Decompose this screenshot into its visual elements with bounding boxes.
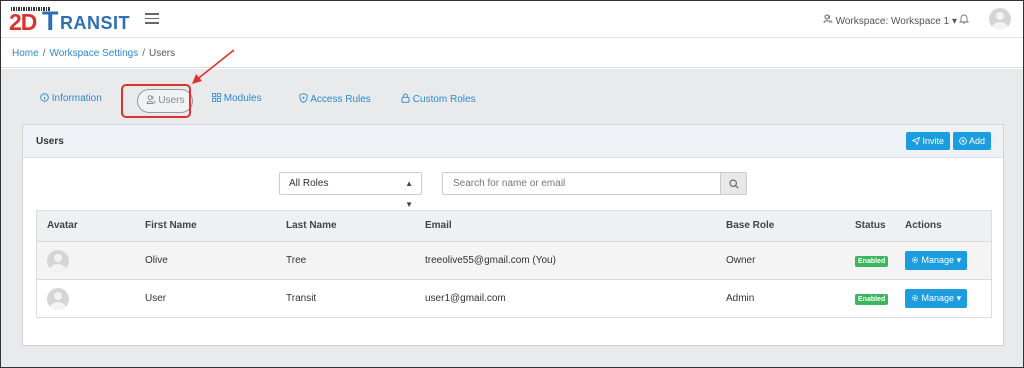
email-cell: treeolive55@gmail.com (You) [425,255,556,266]
base-role-cell: Admin [726,293,755,304]
search-button[interactable] [720,172,747,195]
tab-information[interactable]: Information [40,93,102,104]
tab-access-rules-label: Access Rules [310,94,371,105]
column-header-base-role: Base Role [726,220,775,231]
workspace-selector[interactable]: Workspace: Workspace 1 ▾ [823,14,957,27]
table-header-row: Avatar First Name Last Name Email Base R… [37,211,991,241]
first-name-cell: Olive [145,255,168,266]
column-header-status: Status [855,220,886,231]
base-role-cell: Owner [726,255,756,266]
last-name-cell: Tree [286,255,307,266]
search-icon [729,179,739,189]
add-button[interactable]: Add [953,132,992,150]
tab-information-label: Information [51,93,102,104]
invite-button[interactable]: Invite [906,132,951,150]
add-button-label: Add [969,136,986,146]
manage-label: Manage [921,255,955,265]
lock-icon [401,93,410,103]
app-logo[interactable]: 2D T RANSIT [9,6,135,36]
table-row: Olive Tree treeolive55@gmail.com (You) O… [37,241,991,279]
tab-custom-roles[interactable]: Custom Roles [401,93,476,105]
column-header-first-name: First Name [145,220,197,231]
caret-down-icon: ▾ [956,293,962,303]
caret-down-icon: ▾ [956,255,962,265]
column-header-last-name: Last Name [286,220,337,231]
card-title: Users [36,136,64,147]
workspace-label: Workspace: Workspace 1 [835,16,950,27]
annotation-arrow [192,49,235,84]
tab-modules-label: Modules [223,93,262,104]
breadcrumb-current: Users [149,48,176,59]
column-header-actions: Actions [905,220,942,231]
logo-prefix: 2D [9,9,37,35]
manage-dropdown-button[interactable]: Manage ▾ [905,289,968,308]
search-placeholder: Search for name or email [453,178,566,189]
manage-dropdown-button[interactable]: Manage ▾ [905,251,968,270]
tab-access-rules[interactable]: Access Rules [299,93,371,105]
status-badge: Enabled [855,294,889,305]
caret-down-icon: ▾ [951,16,957,27]
avatar [47,288,69,310]
plus-circle-icon [959,137,967,145]
users-icon [823,14,836,27]
table-row: User Transit user1@gmail.com Admin Enabl… [37,279,991,317]
column-header-avatar: Avatar [47,220,78,231]
top-navbar: 2D T RANSIT Workspace: Workspace 1 ▾ [1,1,1023,38]
invite-button-label: Invite [922,136,945,146]
status-badge: Enabled [855,256,889,267]
avatar [47,250,69,272]
grid-icon [212,93,221,102]
breadcrumb-separator: / [142,48,145,59]
gear-icon [912,295,918,301]
search-input[interactable]: Search for name or email [442,172,721,195]
info-icon [40,93,49,102]
bell-icon[interactable] [958,13,970,27]
column-header-email: Email [425,220,452,231]
gear-icon [912,257,918,263]
role-filter-select[interactable]: All Roles ▲ ▼ [279,172,422,209]
email-cell: user1@gmail.com [425,293,506,304]
send-icon [911,136,921,146]
breadcrumb-separator: / [42,48,46,59]
breadcrumb-home[interactable]: Home [12,48,39,59]
manage-label: Manage [921,293,955,303]
logo-rest: RANSIT [60,13,130,33]
logo-t: T [42,6,59,36]
users-table: Avatar First Name Last Name Email Base R… [36,210,992,318]
shield-icon [299,93,308,103]
breadcrumb-workspace-settings[interactable]: Workspace Settings [49,48,138,59]
menu-toggle-icon[interactable] [145,13,159,25]
user-avatar[interactable] [989,8,1011,30]
select-caret-icon: ▲ ▼ [405,179,413,209]
card-header: Users Invite Add [23,125,1003,158]
users-card: Users Invite Add All Roles ▲ ▼ Search for… [22,124,1004,346]
tab-modules[interactable]: Modules [212,93,262,104]
last-name-cell: Transit [286,293,317,304]
first-name-cell: User [145,293,167,304]
role-filter-value: All Roles [289,178,329,189]
annotation-highlight-box [121,84,191,118]
breadcrumb: Home / Workspace Settings / Users [1,38,1023,68]
tab-custom-roles-label: Custom Roles [412,94,476,105]
